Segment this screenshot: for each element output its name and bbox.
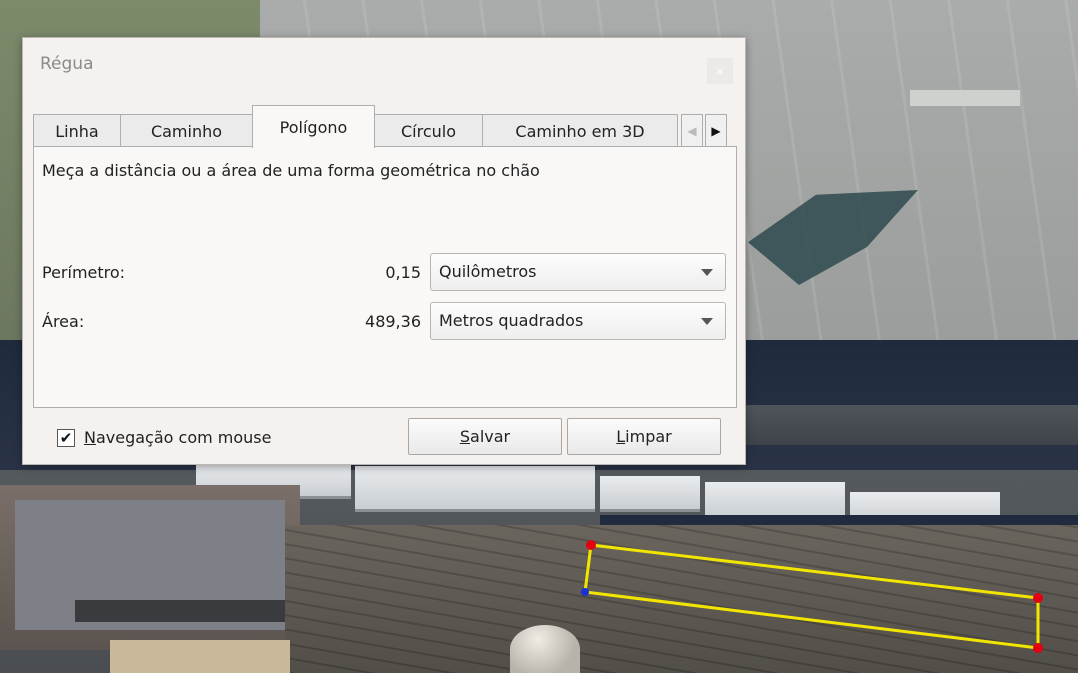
- area-unit-select[interactable]: Metros quadrados: [430, 302, 726, 340]
- tab-poligono[interactable]: Polígono: [252, 105, 375, 148]
- tab-label: Caminho em 3D: [515, 121, 645, 141]
- tab-panel-poligono: Meça a distância ou a área de uma forma …: [33, 146, 737, 408]
- close-button[interactable]: ×: [707, 58, 733, 84]
- checkmark-icon: ✔: [59, 428, 73, 447]
- tab-scroll-right-button[interactable]: ▶: [705, 114, 727, 147]
- dialog-title: Régua: [40, 54, 94, 74]
- save-button-label: Salvar: [459, 427, 511, 446]
- perimeter-unit-value: Quilômetros: [439, 262, 537, 281]
- perimeter-unit-select[interactable]: Quilômetros: [430, 253, 726, 291]
- tab-circulo[interactable]: Círculo: [374, 114, 483, 147]
- mouse-navigation-label: Navegação com mouse: [84, 428, 272, 447]
- tab-linha[interactable]: Linha: [33, 114, 121, 147]
- chevron-right-icon: ▶: [711, 123, 721, 138]
- perimeter-value: 0,15: [385, 263, 421, 282]
- tab-label: Caminho: [150, 121, 223, 141]
- clear-button-label: Limpar: [616, 427, 672, 446]
- tab-label: Polígono: [279, 117, 348, 137]
- perimeter-label: Perímetro:: [42, 263, 126, 282]
- chevron-left-icon: ◀: [687, 123, 697, 138]
- polygon-outline[interactable]: [583, 543, 1040, 650]
- ruler-dialog: Régua × Linha Caminho Polígono Círculo C…: [22, 37, 746, 465]
- save-button[interactable]: Salvar: [408, 418, 562, 455]
- tab-label: Linha: [55, 121, 99, 141]
- vertex-handle-active[interactable]: [581, 588, 589, 596]
- tab-label: Círculo: [400, 121, 456, 141]
- mouse-navigation-checkbox[interactable]: ✔: [57, 428, 75, 447]
- vertex-handle-1[interactable]: [586, 540, 596, 550]
- chevron-down-icon: [701, 269, 713, 276]
- vertex-handle-2[interactable]: [1033, 593, 1043, 603]
- tab-caminho[interactable]: Caminho: [120, 114, 253, 147]
- tab-scroll-left-button[interactable]: ◀: [681, 114, 703, 147]
- vertex-handle-3[interactable]: [1033, 643, 1043, 653]
- chevron-down-icon: [701, 318, 713, 325]
- tab-caminho-3d[interactable]: Caminho em 3D: [482, 114, 678, 147]
- clear-button[interactable]: Limpar: [567, 418, 721, 455]
- area-value: 489,36: [365, 312, 421, 331]
- description-text: Meça a distância ou a área de uma forma …: [42, 161, 540, 180]
- dialog-title-bar[interactable]: Régua ×: [23, 38, 745, 98]
- mouse-navigation-toggle[interactable]: ✔ Navegação com mouse: [57, 428, 271, 447]
- tab-bar: Linha Caminho Polígono Círculo Caminho e…: [33, 105, 737, 148]
- close-icon: ×: [715, 64, 725, 78]
- area-unit-value: Metros quadrados: [439, 311, 584, 330]
- area-label: Área:: [42, 312, 85, 331]
